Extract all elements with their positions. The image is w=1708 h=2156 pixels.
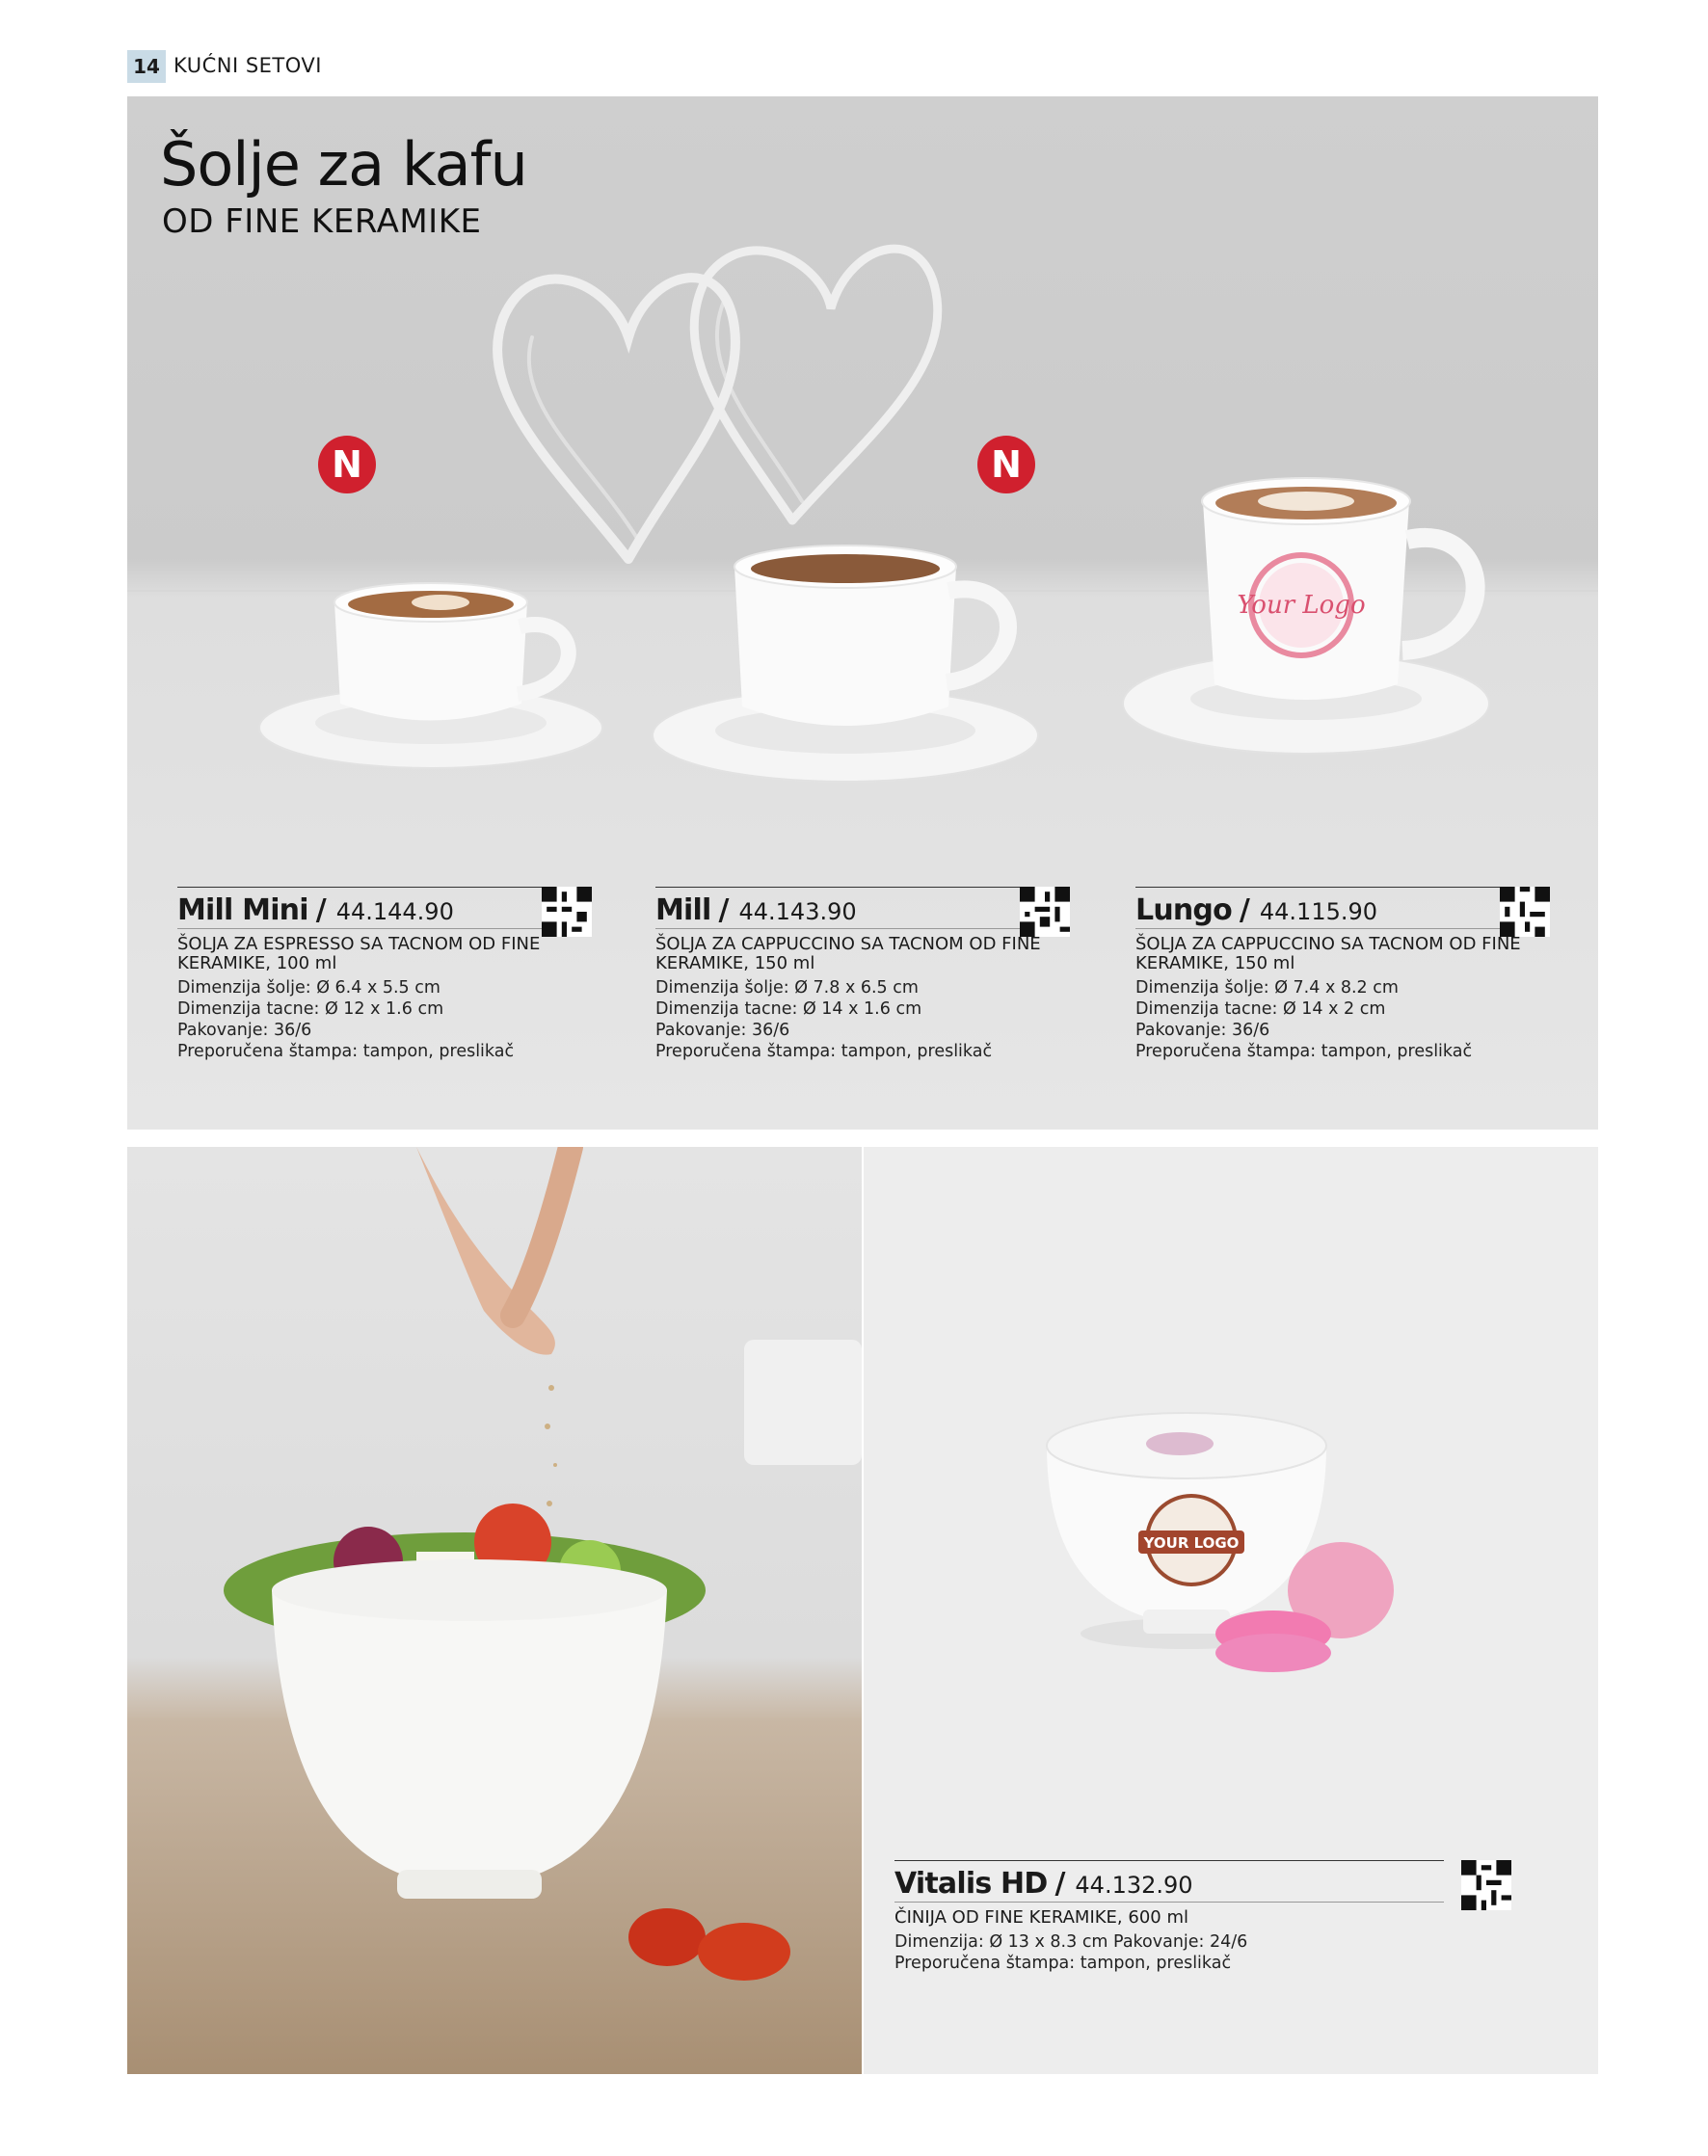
product-header: Lungo / 44.115.90 xyxy=(1135,887,1550,929)
vitalis-bowl-image: YOUR LOGO xyxy=(1046,1412,1394,1672)
product-description: ŠOLJA ZA CAPPUCCINO SA TACNOM OD FINE KE… xyxy=(1135,934,1521,973)
product-vitalis-hd: Vitalis HD / 44.132.90 ČINIJA OD FINE KE… xyxy=(894,1860,1444,1974)
lungo-cup-image: Your Logo xyxy=(1122,477,1490,755)
product-description: ŠOLJA ZA ESPRESSO SA TACNOM OD FINE KERA… xyxy=(177,934,541,973)
product-spec: Preporučena štampa: tampon, preslikač xyxy=(894,1954,1232,1973)
separator: / xyxy=(1239,893,1250,927)
product-mill: Mill / 44.143.90 N ŠOLJA ZA CAPPUCCINO S… xyxy=(655,887,1070,1062)
separator: / xyxy=(1054,1867,1066,1901)
product-spec: Dimenzija šolje: Ø 7.8 x 6.5 cm xyxy=(655,978,919,998)
product-lungo: Lungo / 44.115.90 ŠOLJA ZA CAPPUCCINO SA… xyxy=(1135,887,1550,1062)
new-badge-mill: N xyxy=(977,436,1035,493)
coffee-cups-panel: Šolje za kafu OD FINE KERAMIKE N N Your … xyxy=(127,96,1598,1130)
qr-code-mill-mini[interactable] xyxy=(542,887,592,937)
product-header: Mill Mini / 44.144.90 N xyxy=(177,887,592,929)
product-mill-mini: Mill Mini / 44.144.90 N ŠOLJA ZA ESPRESS… xyxy=(177,887,592,1062)
product-description: ŠOLJA ZA CAPPUCCINO SA TACNOM OD FINE KE… xyxy=(655,934,1041,973)
product-name: Mill Mini xyxy=(177,893,309,927)
product-name: Lungo xyxy=(1135,893,1233,927)
product-description: ČINIJA OD FINE KERAMIKE, 600 ml xyxy=(894,1907,1188,1928)
qr-code-mill[interactable] xyxy=(1020,887,1070,937)
salad-bowl-photo xyxy=(127,1147,862,2074)
product-spec: Pakovanje: 36/6 xyxy=(177,1021,312,1040)
page-number: 14 xyxy=(127,50,166,83)
product-header: Mill / 44.143.90 N xyxy=(655,887,1070,929)
salad-bowl-illustration xyxy=(224,1147,862,1981)
product-header: Vitalis HD / 44.132.90 xyxy=(894,1860,1444,1903)
qr-code-vitalis-hd[interactable] xyxy=(1461,1860,1511,1910)
product-spec: Pakovanje: 36/6 xyxy=(655,1021,790,1040)
product-spec: Pakovanje: 36/6 xyxy=(1135,1021,1270,1040)
product-spec: Dimenzija šolje: Ø 7.4 x 8.2 cm xyxy=(1135,978,1399,998)
bowl-logo-text: YOUR LOGO xyxy=(1143,1534,1240,1552)
separator: / xyxy=(718,893,730,927)
qr-code-lungo[interactable] xyxy=(1500,887,1550,937)
product-spec: Preporučena štampa: tampon, preslikač xyxy=(1135,1042,1473,1061)
section-label: KUĆNI SETOVI xyxy=(173,54,322,77)
product-code: 44.115.90 xyxy=(1259,898,1378,925)
product-code: 44.132.90 xyxy=(1075,1872,1193,1899)
product-spec: Preporučena štampa: tampon, preslikač xyxy=(177,1042,515,1061)
product-code: 44.144.90 xyxy=(335,898,454,925)
product-name: Vitalis HD xyxy=(894,1867,1048,1901)
product-spec: Dimenzija tacne: Ø 14 x 1.6 cm xyxy=(655,999,922,1019)
product-spec: Dimenzija tacne: Ø 12 x 1.6 cm xyxy=(177,999,444,1019)
product-code: 44.143.90 xyxy=(738,898,857,925)
cup-logo-text: Your Logo xyxy=(1237,591,1365,620)
product-spec: Dimenzija tacne: Ø 14 x 2 cm xyxy=(1135,999,1386,1019)
product-spec: Dimenzija šolje: Ø 6.4 x 5.5 cm xyxy=(177,978,440,998)
product-name: Mill xyxy=(655,893,711,927)
product-spec: Dimenzija: Ø 13 x 8.3 cm Pakovanje: 24/6 xyxy=(894,1932,1248,1952)
product-spec: Preporučena štampa: tampon, preslikač xyxy=(655,1042,993,1061)
mill-mini-cup-image xyxy=(258,582,603,769)
mill-cup-image xyxy=(652,545,1039,783)
new-badge-mill-mini: N xyxy=(318,436,376,493)
vitalis-bowl-panel: YOUR LOGO Vitalis HD / 44.132.90 ČINIJA … xyxy=(864,1147,1598,2074)
separator: / xyxy=(315,893,327,927)
